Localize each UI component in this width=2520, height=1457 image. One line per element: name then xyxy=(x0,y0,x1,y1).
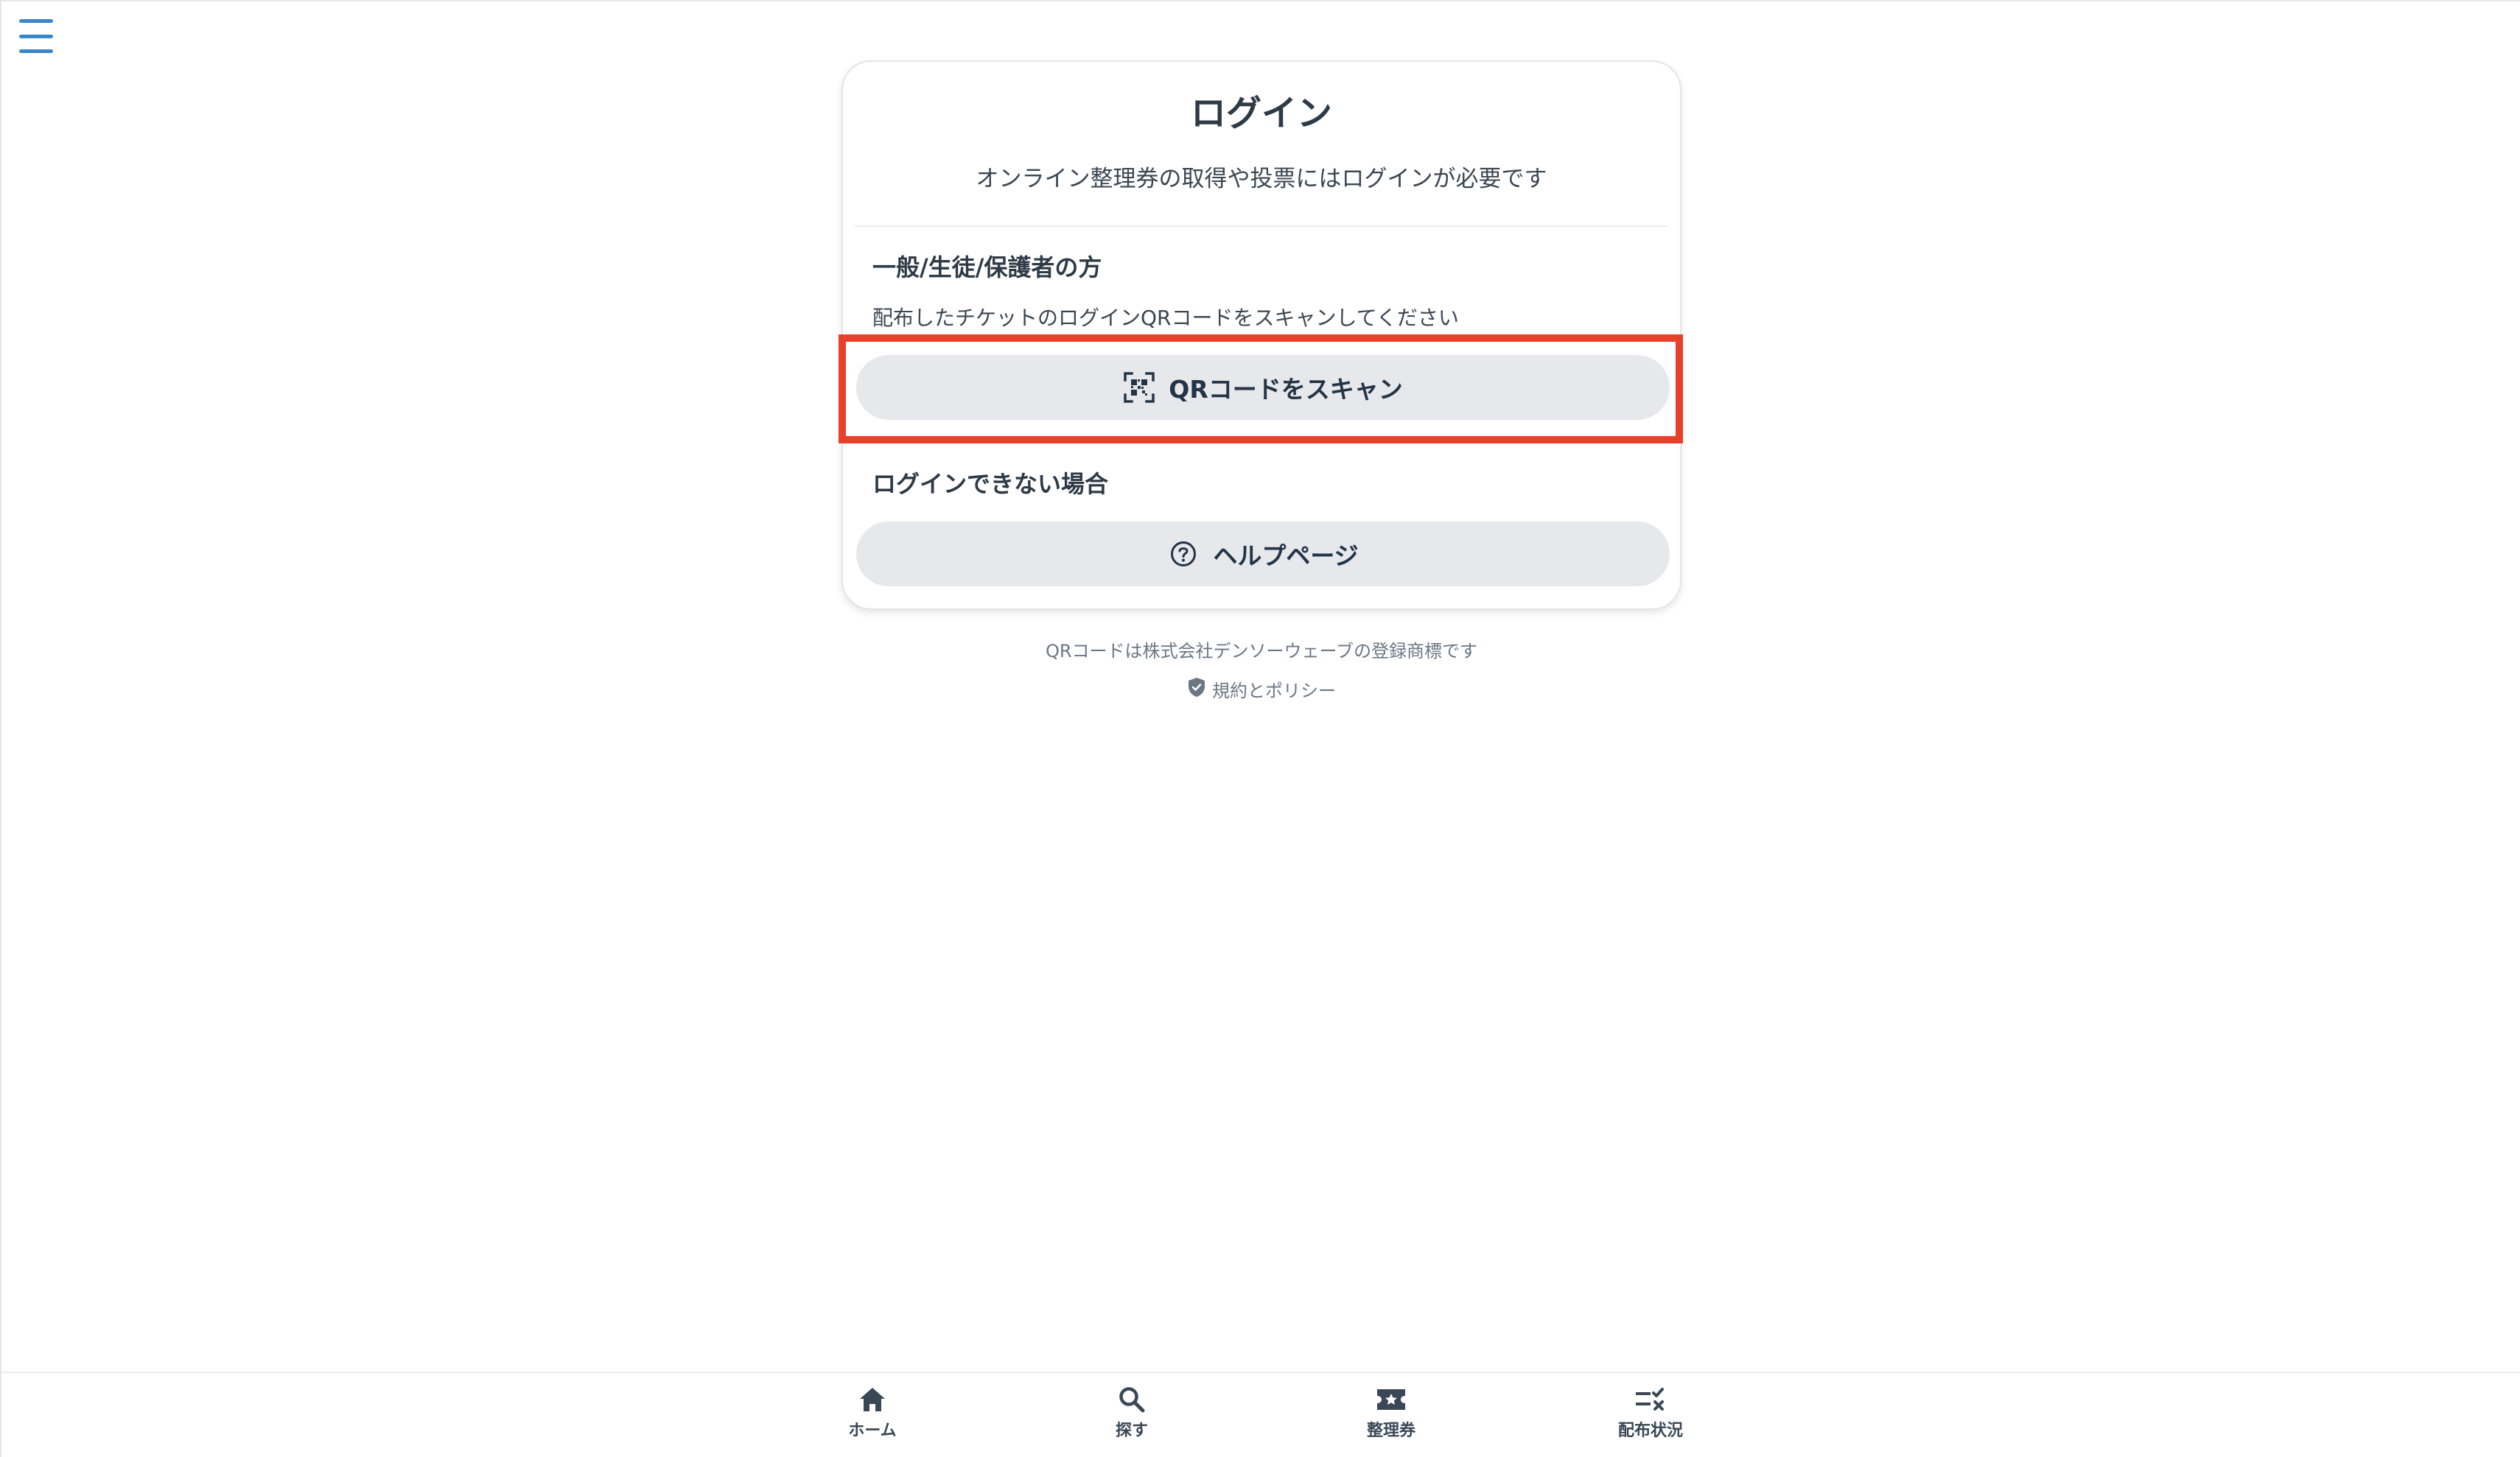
hamburger-menu-icon[interactable] xyxy=(19,19,56,53)
nav-item-tickets[interactable]: 整理券 xyxy=(1332,1383,1450,1441)
trademark-note: QRコードは株式会社デンソーウェーブの登録商標です xyxy=(1045,641,1478,661)
policy-link-label: 規約とポリシー xyxy=(1212,681,1336,701)
help-page-button-label: ヘルプページ xyxy=(1213,541,1359,570)
shield-check-icon xyxy=(1187,677,1206,702)
login-subtitle: オンライン整理券の取得や投票にはログインが必要です xyxy=(976,166,1547,192)
menu-bar xyxy=(19,49,53,53)
policy-link[interactable]: 規約とポリシー xyxy=(841,676,1681,702)
menu-bar xyxy=(19,19,53,23)
nav-item-home[interactable]: ホーム xyxy=(813,1383,931,1441)
bottom-nav: ホーム 探す 整理券 配布状況 xyxy=(1,1372,2520,1457)
search-icon xyxy=(1114,1383,1149,1416)
home-icon xyxy=(855,1383,890,1416)
nav-item-home-label: ホーム xyxy=(848,1422,897,1440)
general-section-description: 配布したチケットのログインQRコードをスキャンしてください xyxy=(872,306,1459,330)
help-page-button[interactable]: ヘルプページ xyxy=(856,522,1670,586)
menu-bar xyxy=(19,34,53,38)
scan-qr-button-label: QRコードをスキャン xyxy=(1169,375,1403,404)
ticket-icon xyxy=(1373,1383,1409,1416)
login-card: ログイン オンライン整理券の取得や投票にはログインが必要です 一般/生徒/保護者… xyxy=(841,60,1681,610)
login-title: ログイン xyxy=(1190,93,1332,134)
checklist-icon xyxy=(1633,1383,1668,1416)
page: ログイン オンライン整理券の取得や投票にはログインが必要です 一般/生徒/保護者… xyxy=(0,0,2520,1457)
card-divider xyxy=(855,225,1668,227)
nav-item-distribution-status[interactable]: 配布状況 xyxy=(1592,1383,1709,1441)
nav-item-distribution-status-label: 配布状況 xyxy=(1617,1422,1683,1440)
qr-code-scan-icon xyxy=(1123,371,1155,404)
help-section-heading: ログインできない場合 xyxy=(872,470,1109,498)
nav-item-tickets-label: 整理券 xyxy=(1366,1422,1415,1440)
help-circle-icon xyxy=(1167,538,1200,570)
nav-item-search[interactable]: 探す xyxy=(1073,1383,1191,1441)
general-section-heading: 一般/生徒/保護者の方 xyxy=(872,253,1102,281)
scan-qr-button[interactable]: QRコードをスキャン xyxy=(856,355,1670,420)
nav-item-search-label: 探す xyxy=(1115,1422,1148,1440)
